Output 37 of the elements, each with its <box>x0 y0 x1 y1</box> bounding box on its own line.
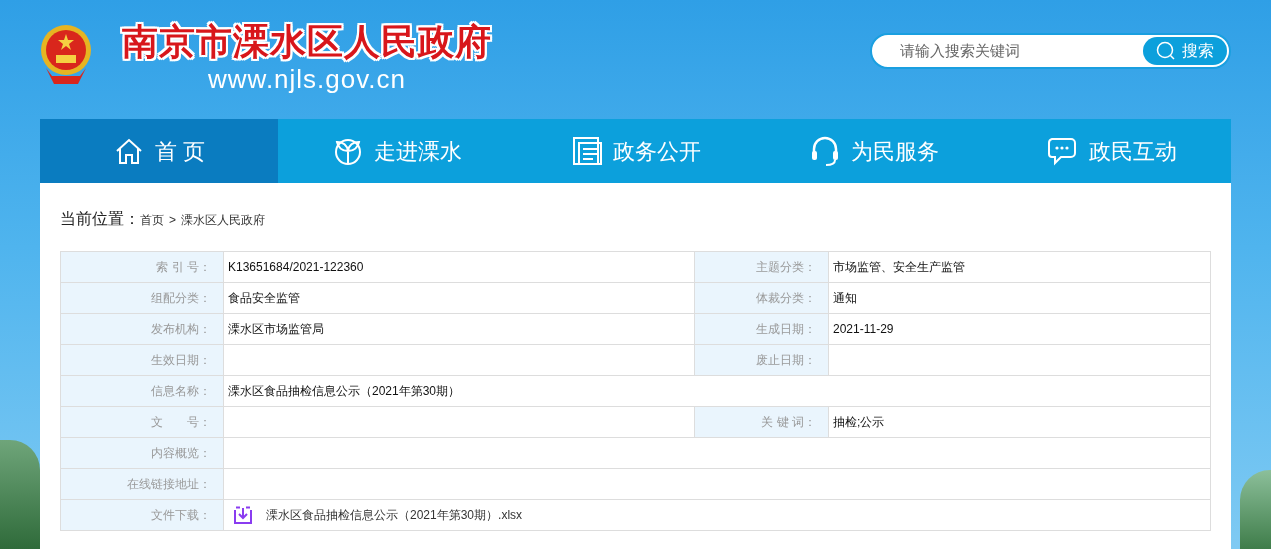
emblem-icon <box>40 22 92 86</box>
field-label: 信息名称： <box>61 376 224 406</box>
field-label: 废止日期： <box>695 345 829 375</box>
field-label: 主题分类： <box>695 252 829 282</box>
field-value: 通知 <box>833 290 857 307</box>
file-link[interactable]: 溧水区食品抽检信息公示（2021年第30期）.xlsx <box>266 506 523 524</box>
field-value: 溧水区食品抽检信息公示（2021年第30期） <box>228 383 461 400</box>
field-value: 2021-11-29 <box>833 321 894 338</box>
nav-tab[interactable]: 首 页 <box>40 119 279 183</box>
field-value: 抽检;公示 <box>833 414 885 431</box>
search-button[interactable]: 搜索 <box>1143 37 1227 65</box>
field-label: 关 键 词： <box>695 407 829 437</box>
breadcrumb-label: 当前位置： <box>60 209 140 229</box>
download-icon[interactable] <box>234 506 252 524</box>
field-label: 内容概览： <box>61 438 224 468</box>
field-label: 文 号： <box>61 407 224 437</box>
field-label: 体裁分类： <box>695 283 829 313</box>
breadcrumb-link[interactable]: 溧水区人民政府 <box>181 211 265 229</box>
field-value: 市场监管、安全生产监管 <box>833 259 965 276</box>
field-label: 索 引 号： <box>61 252 224 282</box>
field-label: 生效日期： <box>61 345 224 375</box>
site-title: 南京市溧水区人民政府 <box>122 20 492 64</box>
field-value: 溧水区市场监管局 <box>228 321 324 338</box>
field-label: 组配分类： <box>61 283 224 313</box>
field-label: 发布机构： <box>61 314 224 344</box>
breadcrumb-link[interactable]: 首页 <box>140 211 164 229</box>
field-value: 食品安全监管 <box>228 290 300 307</box>
field-value: K13651684/2021-122360 <box>228 259 364 276</box>
search-field[interactable]: 请输入搜索关键词 搜索 <box>870 33 1231 69</box>
field-label: 在线链接地址： <box>61 469 224 499</box>
site-url: www.njls.gov.cn <box>208 64 406 94</box>
chat-bubble-icon <box>1046 135 1079 167</box>
field-label: 生成日期： <box>695 314 829 344</box>
breadcrumb-separator: > <box>169 212 176 229</box>
field-label: 文件下载： <box>61 500 224 530</box>
document-icon <box>570 135 603 167</box>
search-icon <box>1156 41 1176 61</box>
